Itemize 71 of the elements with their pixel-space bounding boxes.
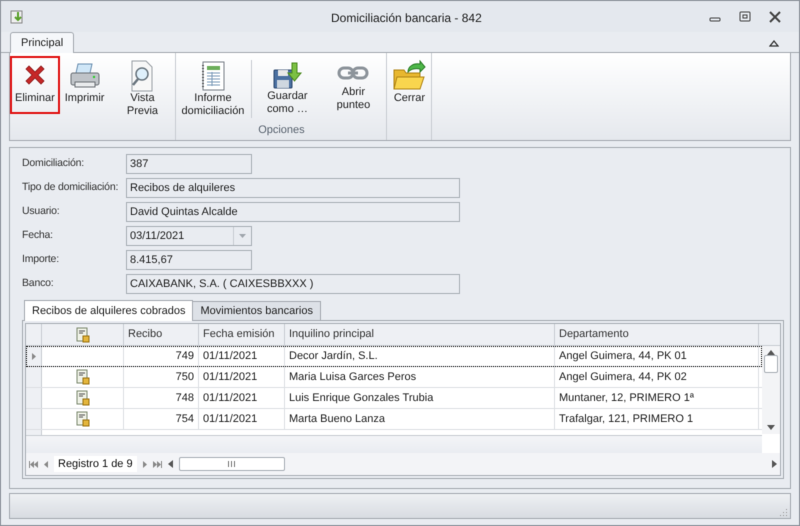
text-field[interactable]: 387	[126, 154, 252, 174]
table-cell: Muntaner, 12, PRIMERO 1ª	[555, 388, 759, 408]
vertical-scrollbar[interactable]	[762, 346, 780, 434]
column-header[interactable]: Inquilino principal	[285, 324, 555, 345]
scroll-right-icon[interactable]	[772, 460, 777, 468]
collapse-ribbon-icon[interactable]	[769, 39, 779, 47]
column-header[interactable]: Fecha emisión	[199, 324, 285, 345]
row-indicator-icon	[32, 352, 36, 360]
text-field[interactable]: Recibos de alquileres	[126, 178, 460, 198]
text-field[interactable]: 8.415,67	[126, 250, 252, 270]
previous-record-icon[interactable]	[44, 460, 48, 468]
table-cell: 750	[124, 367, 199, 387]
table-cell: Decor Jardín, S.L.	[285, 346, 555, 366]
grip-icon	[228, 461, 236, 467]
text-field[interactable]: David Quintas Alcalde	[126, 202, 460, 222]
tab[interactable]: Recibos de alquileres cobrados	[24, 300, 194, 321]
table-cell: Maria Luisa Garces Peros	[285, 367, 555, 387]
document-coins-icon	[76, 369, 90, 385]
field-label: Fecha:	[22, 228, 53, 244]
close-icon[interactable]	[769, 10, 781, 22]
last-record-icon[interactable]	[152, 460, 162, 468]
folder-arrow-icon	[392, 60, 426, 92]
scroll-left-icon[interactable]	[168, 460, 173, 468]
ribbon-button[interactable]: Cerrar	[387, 56, 432, 114]
window-title: Domiciliación bancaria - 842	[331, 10, 482, 27]
printer-icon	[68, 62, 101, 90]
window-icon	[9, 8, 25, 24]
table-cell: 01/11/2021	[199, 409, 285, 429]
resize-grip-icon[interactable]	[780, 508, 788, 516]
floppy-disk-arrow-icon	[271, 60, 304, 90]
table-cell: 01/11/2021	[199, 367, 285, 387]
table-cell: 01/11/2021	[199, 388, 285, 408]
date-field[interactable]: 03/11/2021	[126, 226, 252, 246]
scroll-down-icon[interactable]	[767, 425, 775, 430]
table-cell: Marta Bueno Lanza	[285, 409, 555, 429]
column-header[interactable]: Recibo	[124, 324, 199, 345]
field-label: Domiciliación:	[22, 156, 84, 172]
ribbon-button[interactable]: Vista Previa	[109, 56, 176, 114]
table-cell: Angel Guimera, 44, PK 02	[555, 367, 759, 387]
table-cell: Angel Guimera, 44, PK 01	[555, 346, 759, 366]
tab[interactable]: Movimientos bancarios	[193, 301, 321, 320]
ribbon-button[interactable]: Informe domiciliación	[176, 56, 250, 114]
next-record-icon[interactable]	[142, 460, 147, 468]
table-cell: 01/11/2021	[199, 346, 285, 366]
group-label: Opciones	[257, 122, 306, 138]
ribbon-button[interactable]: Eliminar	[10, 56, 60, 114]
table-cell: 749	[124, 346, 199, 366]
field-label: Usuario:	[22, 204, 60, 220]
horizontal-scrollbar-thumb[interactable]	[178, 457, 285, 471]
scrollbar-thumb[interactable]	[764, 355, 778, 373]
table-cell: 754	[124, 409, 199, 429]
document-coins-icon	[76, 411, 90, 427]
first-record-icon[interactable]	[29, 460, 38, 468]
record-counter: Registro 1 de 9	[54, 456, 137, 472]
document-coins-icon	[76, 390, 90, 406]
maximize-icon[interactable]	[739, 10, 751, 22]
ribbon-tab[interactable]: Principal	[10, 32, 74, 53]
table-cell: Trafalgar, 121, PRIMERO 1	[555, 409, 759, 429]
table-cell: 748	[124, 388, 199, 408]
ribbon-button[interactable]: Imprimir	[60, 56, 110, 114]
ribbon-button[interactable]: Guardar como …	[254, 56, 320, 114]
text-field[interactable]: CAIXABANK, S.A. ( CAIXESBBXXX )	[126, 274, 460, 294]
row-header[interactable]	[26, 346, 42, 366]
field-label: Importe:	[22, 252, 59, 268]
table-cell: Luis Enrique Gonzales Trubia	[285, 388, 555, 408]
field-label: Tipo de domiciliación:	[22, 180, 118, 196]
column-header[interactable]: Departamento	[555, 324, 759, 345]
dropdown-arrow-icon[interactable]	[239, 234, 246, 238]
document-coins-icon	[76, 326, 90, 342]
ribbon-button[interactable]: Abrir punteo	[320, 56, 386, 114]
field-label: Banco:	[22, 276, 54, 292]
